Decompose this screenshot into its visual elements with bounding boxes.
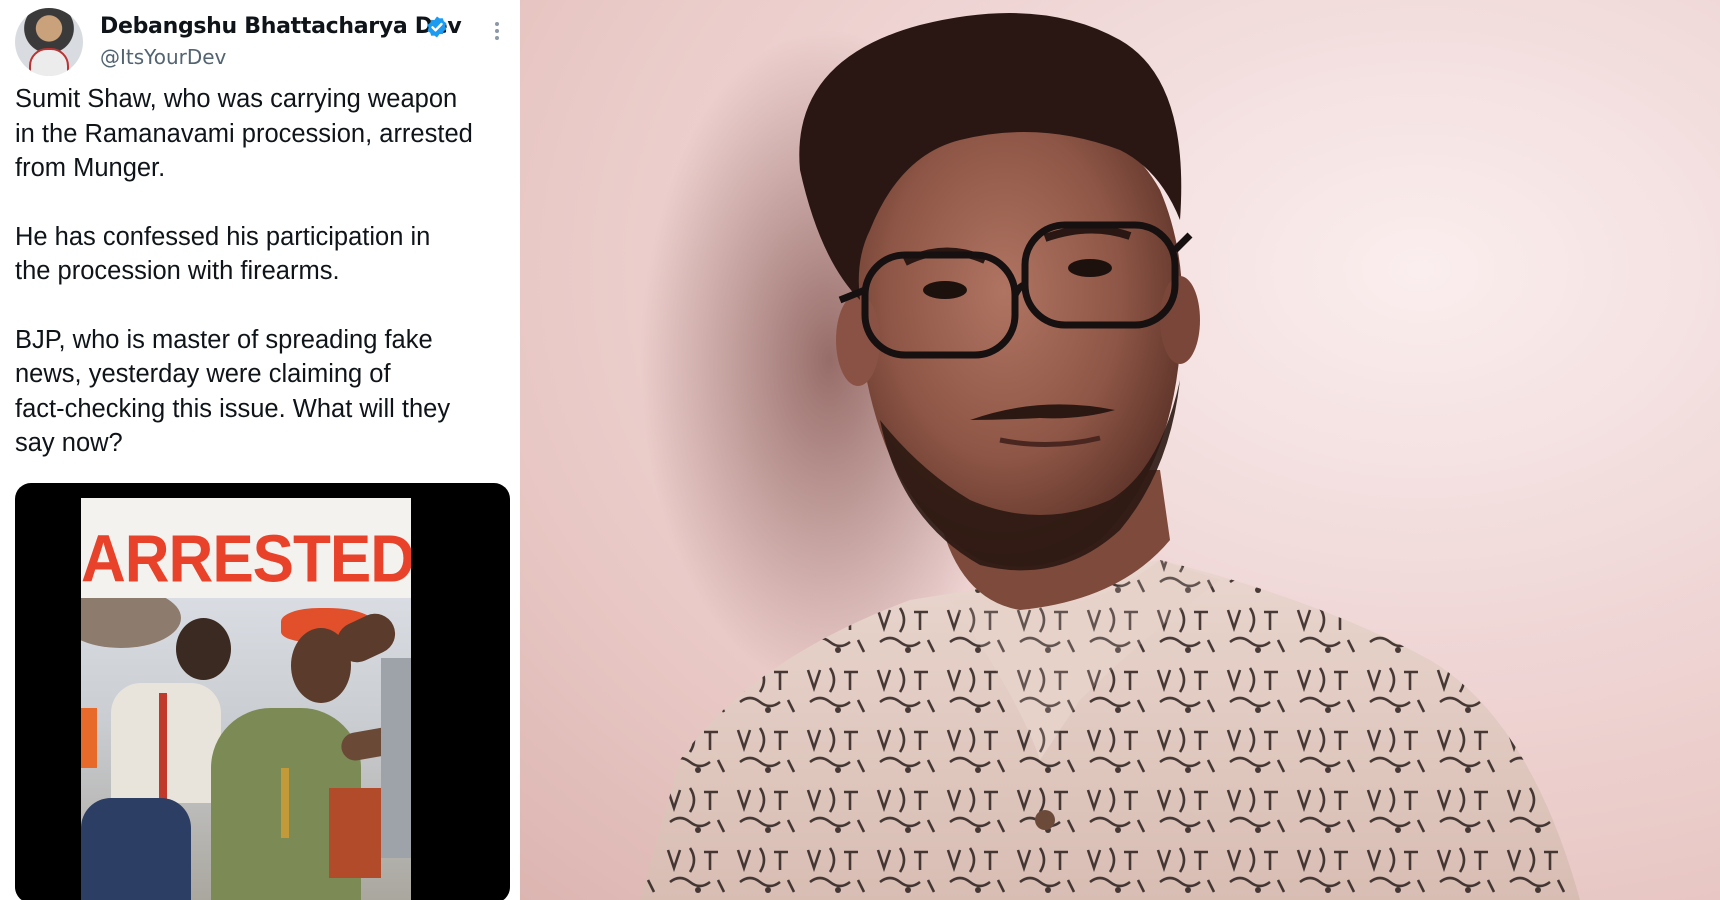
tweet-media[interactable]: ARRESTED bbox=[15, 483, 510, 900]
arrested-poster-image: ARRESTED bbox=[81, 498, 411, 900]
tweet-paragraph-2: He has confessed his participation in th… bbox=[15, 222, 431, 286]
tweet-text: Sumit Shaw, who was carrying weapon in t… bbox=[15, 82, 515, 495]
more-options-icon[interactable] bbox=[494, 22, 500, 46]
tweet-paragraph-3: BJP, who is master of spreading fake new… bbox=[15, 325, 451, 458]
procession-photo bbox=[81, 598, 411, 900]
tweet-header: Debangshu Bhattacharya Dev @ItsYourDev bbox=[15, 8, 510, 78]
poster-title: ARRESTED bbox=[81, 522, 411, 597]
avatar[interactable] bbox=[15, 8, 83, 76]
tweet-card: Debangshu Bhattacharya Dev @ItsYourDev S… bbox=[0, 0, 520, 900]
verified-badge-icon bbox=[427, 16, 447, 38]
portrait-photo bbox=[520, 0, 1720, 900]
author-name[interactable]: Debangshu Bhattacharya Dev bbox=[100, 14, 462, 39]
portrait-illustration bbox=[640, 13, 1580, 900]
author-handle[interactable]: @ItsYourDev bbox=[100, 45, 226, 69]
tweet-paragraph-1: Sumit Shaw, who was carrying weapon in t… bbox=[15, 85, 473, 182]
